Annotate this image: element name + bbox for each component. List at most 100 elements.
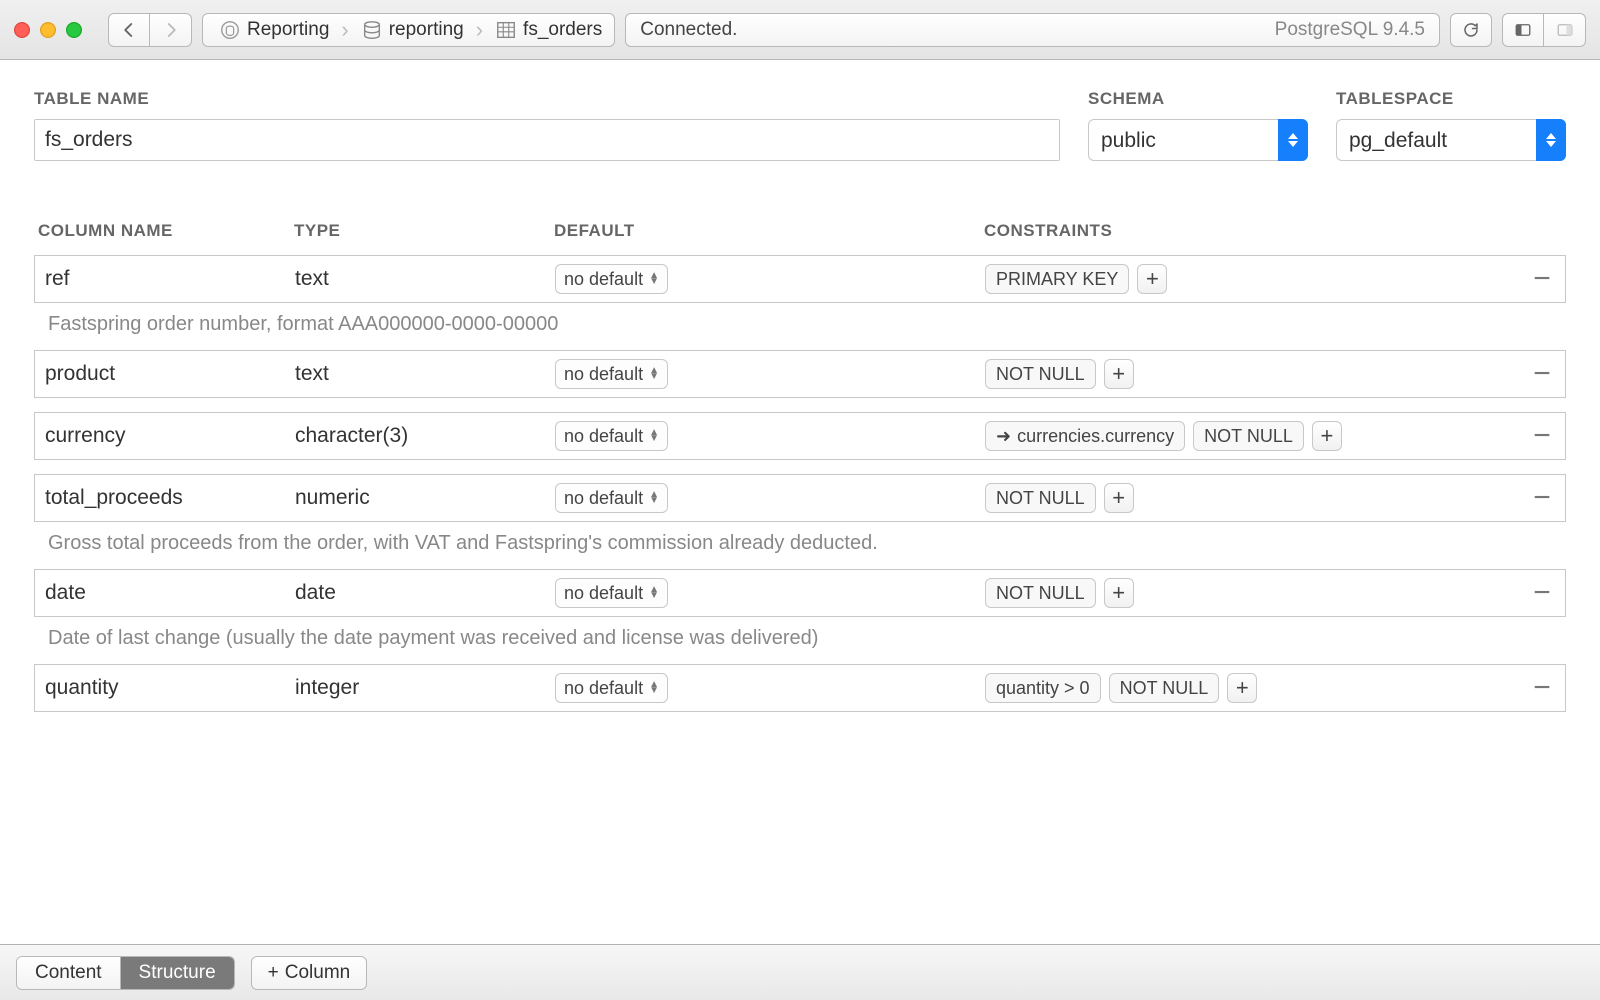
- column-type-cell[interactable]: text: [295, 256, 555, 302]
- breadcrumb-table[interactable]: fs_orders: [489, 19, 608, 41]
- table-name-input[interactable]: [34, 119, 1060, 161]
- tab-structure[interactable]: Structure: [121, 957, 234, 989]
- breadcrumb-table-label: fs_orders: [523, 19, 602, 41]
- close-window-button[interactable]: [14, 22, 30, 38]
- header-actions: [1520, 221, 1566, 241]
- right-panel-button[interactable]: [1544, 13, 1586, 47]
- add-constraint-button[interactable]: +: [1227, 673, 1257, 703]
- fk-arrow-icon: ➜: [996, 426, 1011, 447]
- remove-column-button[interactable]: −: [1519, 262, 1565, 296]
- elephant-icon: [219, 19, 241, 41]
- breadcrumb-separator-icon: ›: [341, 17, 348, 43]
- column-default-cell: no default▲▼: [555, 256, 985, 302]
- column-actions-cell: −: [1519, 256, 1565, 302]
- titlebar: Reporting › reporting › fs_orders Connec…: [0, 0, 1600, 60]
- chevron-left-icon: [120, 21, 138, 39]
- table-name-label: TABLE NAME: [34, 89, 1060, 109]
- column-name-cell[interactable]: total_proceeds: [35, 475, 295, 521]
- column-actions-cell: −: [1519, 665, 1565, 711]
- constraint-badge[interactable]: NOT NULL: [1109, 673, 1220, 703]
- reload-button[interactable]: [1450, 13, 1492, 47]
- footer-bar: Content Structure + Column: [0, 944, 1600, 1000]
- schema-label: SCHEMA: [1088, 89, 1308, 109]
- column-name-cell[interactable]: currency: [35, 413, 295, 459]
- tab-content[interactable]: Content: [17, 957, 121, 989]
- remove-column-button[interactable]: −: [1519, 357, 1565, 391]
- column-name-cell[interactable]: product: [35, 351, 295, 397]
- forward-button[interactable]: [150, 13, 192, 47]
- schema-select[interactable]: public: [1088, 119, 1308, 161]
- remove-column-button[interactable]: −: [1519, 671, 1565, 705]
- column-actions-cell: −: [1519, 475, 1565, 521]
- left-panel-icon: [1514, 21, 1532, 39]
- back-button[interactable]: [108, 13, 150, 47]
- left-panel-button[interactable]: [1502, 13, 1544, 47]
- add-constraint-button[interactable]: +: [1312, 421, 1342, 451]
- column-actions-cell: −: [1519, 413, 1565, 459]
- column-row: datedateno default▲▼NOT NULL+−: [34, 569, 1566, 617]
- default-select[interactable]: no default▲▼: [555, 359, 668, 389]
- breadcrumb-separator-icon: ›: [476, 17, 483, 43]
- breadcrumb-schema[interactable]: reporting: [355, 19, 470, 41]
- column-constraints-cell: quantity > 0 NOT NULL+: [985, 665, 1519, 711]
- column-constraints-cell: ➜ currencies.currency NOT NULL +: [985, 413, 1519, 459]
- column-default-cell: no default▲▼: [555, 570, 985, 616]
- column-comment: Date of last change (usually the date pa…: [34, 617, 1566, 650]
- constraint-badge[interactable]: ➜ currencies.currency: [985, 421, 1185, 451]
- add-column-label: Column: [285, 962, 350, 984]
- constraint-badge[interactable]: PRIMARY KEY: [985, 264, 1129, 294]
- constraint-badge[interactable]: NOT NULL: [985, 483, 1096, 513]
- reload-icon: [1462, 21, 1480, 39]
- breadcrumb-database[interactable]: Reporting: [213, 19, 335, 41]
- column-type-cell[interactable]: date: [295, 570, 555, 616]
- add-constraint-button[interactable]: +: [1137, 264, 1167, 294]
- constraint-badge[interactable]: NOT NULL: [985, 578, 1096, 608]
- table-name-field: TABLE NAME: [34, 89, 1060, 161]
- plus-icon: +: [268, 962, 279, 984]
- column-name-cell[interactable]: ref: [35, 256, 295, 302]
- default-select[interactable]: no default▲▼: [555, 578, 668, 608]
- default-select[interactable]: no default▲▼: [555, 264, 668, 294]
- constraint-badge[interactable]: quantity > 0: [985, 673, 1101, 703]
- column-name-cell[interactable]: quantity: [35, 665, 295, 711]
- tablespace-select[interactable]: pg_default: [1336, 119, 1566, 161]
- add-column-button[interactable]: + Column: [251, 956, 368, 990]
- fullscreen-window-button[interactable]: [66, 22, 82, 38]
- add-constraint-button[interactable]: +: [1104, 578, 1134, 608]
- column-name-cell[interactable]: date: [35, 570, 295, 616]
- column-type-cell[interactable]: integer: [295, 665, 555, 711]
- columns-header: COLUMN NAME TYPE DEFAULT CONSTRAINTS: [34, 221, 1566, 241]
- window-controls: [14, 22, 82, 38]
- default-select[interactable]: no default▲▼: [555, 421, 668, 451]
- column-row: quantityintegerno default▲▼ quantity > 0 N…: [34, 664, 1566, 712]
- column-default-cell: no default▲▼: [555, 413, 985, 459]
- header-constraints: CONSTRAINTS: [984, 221, 1520, 241]
- db-version-text: PostgreSQL 9.4.5: [1275, 19, 1425, 41]
- remove-column-button[interactable]: −: [1519, 576, 1565, 610]
- column-constraints-cell: NOT NULL +: [985, 351, 1519, 397]
- column-type-cell[interactable]: numeric: [295, 475, 555, 521]
- default-select[interactable]: no default▲▼: [555, 673, 668, 703]
- minimize-window-button[interactable]: [40, 22, 56, 38]
- remove-column-button[interactable]: −: [1519, 481, 1565, 515]
- column-constraints-cell: NOT NULL +: [985, 475, 1519, 521]
- table-header-form: TABLE NAME SCHEMA public TABLESPACE pg_d…: [34, 89, 1566, 161]
- column-row: currencycharacter(3)no default▲▼ ➜ curren…: [34, 412, 1566, 460]
- column-row: reftextno default▲▼ PRIMARY KEY + −: [34, 255, 1566, 303]
- column-type-cell[interactable]: text: [295, 351, 555, 397]
- column-row: producttextno default▲▼ NOT NULL + −: [34, 350, 1566, 398]
- status-bar: Connected. PostgreSQL 9.4.5: [625, 13, 1440, 47]
- constraint-badge[interactable]: NOT NULL: [1193, 421, 1304, 451]
- constraint-badge[interactable]: NOT NULL: [985, 359, 1096, 389]
- column-default-cell: no default▲▼: [555, 665, 985, 711]
- remove-column-button[interactable]: −: [1519, 419, 1565, 453]
- add-constraint-button[interactable]: +: [1104, 359, 1134, 389]
- column-type-cell[interactable]: character(3): [295, 413, 555, 459]
- column-comment: Fastspring order number, format AAA00000…: [34, 303, 1566, 336]
- add-constraint-button[interactable]: +: [1104, 483, 1134, 513]
- breadcrumb: Reporting › reporting › fs_orders: [202, 13, 615, 47]
- column-default-cell: no default▲▼: [555, 351, 985, 397]
- default-select[interactable]: no default▲▼: [555, 483, 668, 513]
- header-type: TYPE: [294, 221, 554, 241]
- column-constraints-cell: PRIMARY KEY +: [985, 256, 1519, 302]
